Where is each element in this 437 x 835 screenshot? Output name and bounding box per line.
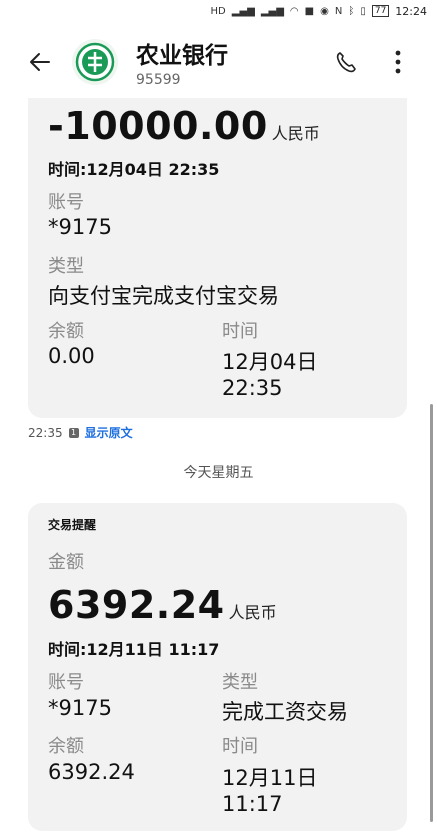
amount-value: 6392.24 [48, 583, 225, 627]
more-options-button[interactable] [381, 45, 415, 79]
amount-line: 6392.24 人民币 [48, 583, 277, 627]
datetime-time: 22:35 [222, 376, 283, 400]
account-value: *9175 [48, 215, 112, 239]
type-label: 类型 [48, 256, 84, 277]
message-time: 22:35 [28, 425, 63, 440]
card-title: 交易提醒 [48, 518, 97, 532]
contact-number: 95599 [136, 72, 181, 88]
hd-icon: HD [210, 5, 226, 17]
status-bar: HD ▂▄▆ ▂▄▆ ◠ ■ ◉ N ᛒ ▯ 77 12:24 [0, 0, 437, 22]
message-meta: 22:35 1 显示原文 [28, 424, 133, 441]
battery-level: 77 [371, 5, 390, 17]
signal-icon-2: ▂▄▆ [260, 5, 284, 17]
nfc-icon: N [334, 5, 343, 17]
day-separator: 今天星期五 [183, 465, 254, 481]
notification-icon: ■ [304, 5, 315, 17]
amount-line: -10000.00 人民币 [48, 104, 320, 148]
contact-name: 农业银行 [136, 43, 228, 69]
balance-value: 6392.24 [48, 760, 135, 784]
datetime-date: 12月04日 [222, 350, 318, 374]
scrollbar[interactable] [430, 404, 433, 822]
currency-unit: 人民币 [228, 603, 277, 622]
datetime-label: 时间 [222, 736, 258, 757]
status-time: 12:24 [395, 4, 427, 18]
back-button[interactable] [20, 42, 60, 82]
balance-value: 0.00 [48, 344, 95, 368]
datetime-date: 12月11日 [222, 766, 318, 790]
eye-icon: ◉ [320, 5, 329, 17]
time-line: 时间:12月04日 22:35 [48, 160, 220, 179]
signal-icon: ▂▄▆ [231, 5, 255, 17]
account-label: 账号 [48, 192, 84, 213]
vibrate-icon: ▯ [360, 5, 366, 17]
message-bubble[interactable]: 交易提醒 金额 6392.24 人民币 时间:12月11日 11:17 账号 *9… [28, 503, 407, 831]
type-value: 向支付宝完成支付宝交易 [48, 284, 279, 308]
type-label: 类型 [222, 672, 258, 693]
amount-value: -10000.00 [48, 104, 268, 148]
back-arrow-icon [30, 53, 50, 71]
balance-label: 余额 [48, 736, 84, 757]
avatar[interactable] [72, 39, 118, 85]
amount-label: 金额 [48, 552, 84, 573]
show-original-link[interactable]: 显示原文 [85, 424, 133, 441]
balance-label: 余额 [48, 321, 84, 342]
phone-icon [336, 52, 356, 73]
more-vertical-icon [395, 50, 401, 74]
message-bubble[interactable]: -10000.00 人民币 时间:12月04日 22:35 账号 *9175 类型… [28, 98, 407, 418]
wifi-icon: ◠ [289, 5, 299, 17]
time-line: 时间:12月11日 11:17 [48, 640, 220, 659]
abc-logo-icon [75, 42, 115, 82]
bluetooth-icon: ᛒ [348, 5, 355, 17]
conversation-header: 农业银行 95599 [0, 26, 437, 98]
datetime-label: 时间 [222, 321, 258, 342]
currency-unit: 人民币 [271, 124, 320, 143]
account-value: *9175 [48, 696, 112, 720]
sim-badge: 1 [68, 427, 79, 438]
type-value: 完成工资交易 [222, 700, 348, 724]
call-button[interactable] [329, 45, 363, 79]
datetime-time: 11:17 [222, 792, 283, 816]
account-label: 账号 [48, 672, 84, 693]
